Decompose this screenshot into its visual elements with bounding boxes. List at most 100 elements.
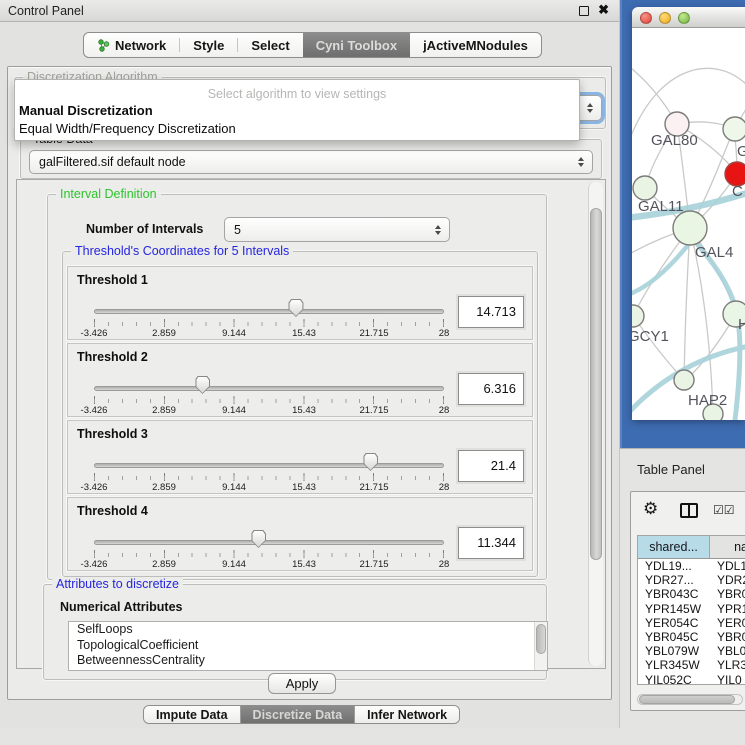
node-table[interactable]: shared... na YDL19... YDL1 YDR27... YDR2… <box>637 535 745 685</box>
cell[interactable]: YPR1 <box>711 602 745 616</box>
list-item[interactable]: BetweennessCentrality <box>69 653 547 669</box>
gear-icon[interactable]: ⚙ <box>643 500 658 517</box>
tab-discretize-data[interactable]: Discretize Data <box>240 706 355 723</box>
cell[interactable]: YER054C <box>638 616 711 630</box>
threshold-3-value-field[interactable]: 21.4 <box>458 450 524 482</box>
list-scrollbar[interactable] <box>534 622 547 670</box>
settings-scrollbar-thumb[interactable] <box>590 208 602 560</box>
cell[interactable]: YBL079W <box>638 644 711 658</box>
table-row[interactable]: YIL052C YIL0 <box>638 673 745 686</box>
table-row[interactable]: YPR145W YPR1 <box>638 602 745 616</box>
cell[interactable]: YPR145W <box>638 602 711 616</box>
table-horizontal-scrollbar-thumb[interactable] <box>639 695 735 704</box>
attributes-to-discretize-title: Attributes to discretize <box>52 577 183 591</box>
network-window-titlebar[interactable] <box>632 7 745 28</box>
threshold-3-label: Threshold 3 <box>77 427 148 441</box>
zoom-traffic-light-icon[interactable] <box>678 12 690 24</box>
tick-label: 2.859 <box>152 559 176 570</box>
tick-label: 28 <box>439 559 450 570</box>
tick-label: 9.144 <box>222 559 246 570</box>
column-header-shared-name[interactable]: shared... <box>638 536 710 559</box>
threshold-2-value-field[interactable]: 6.316 <box>458 373 524 405</box>
slider-track[interactable] <box>94 386 444 391</box>
threshold-4-slider[interactable]: -3.426 2.859 9.144 15.43 21.715 28 <box>94 526 444 570</box>
table-row[interactable]: YBR043C YBR0 <box>638 587 745 601</box>
cell[interactable]: YDL19... <box>638 559 711 573</box>
table-row[interactable]: YDR27... YDR2 <box>638 573 745 587</box>
node-label-gal11: GAL11 <box>638 198 684 215</box>
slider-thumb[interactable] <box>288 299 303 317</box>
cell[interactable]: YLR345W <box>638 658 711 672</box>
list-item[interactable]: TopologicalCoefficient <box>69 638 547 654</box>
number-of-intervals-select[interactable]: 5 <box>224 217 450 242</box>
threshold-3-slider[interactable]: -3.426 2.859 9.144 15.43 21.715 28 <box>94 449 444 493</box>
node-gal4[interactable] <box>673 211 707 245</box>
cell[interactable]: YBR043C <box>638 587 711 601</box>
table-header-row: shared... na <box>638 536 745 559</box>
table-row[interactable]: YLR345W YLR3 <box>638 658 745 672</box>
node-left[interactable] <box>633 176 657 200</box>
threshold-4-value-field[interactable]: 11.344 <box>458 527 524 559</box>
interval-definition-group: Interval Definition Number of Intervals … <box>47 194 547 580</box>
cell[interactable]: YDR27... <box>638 573 711 587</box>
cell[interactable]: YER0 <box>711 616 745 630</box>
network-canvas[interactable]: GAL80 GA C GAL11 GAL4 H GCY1 HAP2 <box>632 28 745 420</box>
cell[interactable]: YDR2 <box>711 573 745 587</box>
dropdown-option-equal-width-frequency[interactable]: Equal Width/Frequency Discretization <box>15 119 579 137</box>
table-horizontal-scrollbar[interactable] <box>637 694 743 705</box>
threshold-1-label: Threshold 1 <box>77 273 148 287</box>
threshold-1-value-field[interactable]: 14.713 <box>458 296 524 328</box>
float-window-icon[interactable] <box>579 6 589 16</box>
tab-network[interactable]: Network <box>84 33 179 57</box>
table-row[interactable]: YBL079W YBL0 <box>638 644 745 658</box>
slider-minor-ticks <box>94 553 444 557</box>
slider-track[interactable] <box>94 540 444 545</box>
cell[interactable]: YBR0 <box>711 630 745 644</box>
cell[interactable]: YLR3 <box>711 658 745 672</box>
select-columns-icon[interactable]: ☑☑ <box>713 503 735 517</box>
tab-impute-data[interactable]: Impute Data <box>144 706 240 723</box>
minimize-traffic-light-icon[interactable] <box>659 12 671 24</box>
slider-track[interactable] <box>94 463 444 468</box>
control-panel-titlebar: Control Panel ✖ <box>0 0 619 22</box>
node-hap2[interactable] <box>674 370 694 390</box>
slider-thumb[interactable] <box>195 376 210 394</box>
tab-select[interactable]: Select <box>238 33 302 57</box>
tab-infer-network[interactable]: Infer Network <box>354 706 459 723</box>
dropdown-option-manual-discretization[interactable]: Manual Discretization <box>15 101 579 119</box>
table-data-select[interactable]: galFiltered.sif default node <box>29 150 593 174</box>
cell[interactable]: YBL0 <box>711 644 745 658</box>
slider-thumb[interactable] <box>251 530 266 548</box>
table-row[interactable]: YDL19... YDL1 <box>638 559 745 573</box>
apply-button[interactable]: Apply <box>268 673 336 694</box>
cell[interactable]: YIL0 <box>711 673 745 686</box>
tick-label: 15.43 <box>292 482 316 493</box>
cell[interactable]: YDL1 <box>711 559 745 573</box>
tab-jactivemnodules[interactable]: jActiveMNodules <box>410 33 541 57</box>
threshold-2-slider[interactable]: -3.426 2.859 9.144 15.43 21.715 28 <box>94 372 444 416</box>
split-columns-icon[interactable] <box>680 503 698 518</box>
table-row[interactable]: YER054C YER0 <box>638 616 745 630</box>
list-item[interactable]: SelfLoops <box>69 622 547 638</box>
close-traffic-light-icon[interactable] <box>640 12 652 24</box>
network-graph[interactable]: GAL80 GA C GAL11 GAL4 H GCY1 HAP2 <box>632 28 745 420</box>
slider-track[interactable] <box>94 309 444 314</box>
cell[interactable]: YIL052C <box>638 673 711 686</box>
numerical-attributes-list[interactable]: SelfLoops TopologicalCoefficient Between… <box>68 621 548 671</box>
cell[interactable]: YBR045C <box>638 630 711 644</box>
slider-thumb[interactable] <box>363 453 378 471</box>
tab-style[interactable]: Style <box>180 33 237 57</box>
tick-label: 15.43 <box>292 328 316 339</box>
tab-cyni-toolbox[interactable]: Cyni Toolbox <box>303 33 410 57</box>
cell[interactable]: YBR0 <box>711 587 745 601</box>
column-header-name[interactable]: na <box>710 536 745 559</box>
list-scrollbar-thumb[interactable] <box>536 624 546 654</box>
node-gcy1[interactable] <box>632 305 644 327</box>
control-panel-window: Control Panel ✖ Network Style Select Cyn… <box>0 0 620 728</box>
node-right-top[interactable] <box>723 117 745 141</box>
tab-cyni-toolbox-label: Cyni Toolbox <box>316 38 397 53</box>
settings-scrollbar[interactable] <box>588 182 603 666</box>
threshold-1-slider[interactable]: -3.426 2.859 9.144 15.43 21.715 28 <box>94 295 444 339</box>
table-row[interactable]: YBR045C YBR0 <box>638 630 745 644</box>
close-icon[interactable]: ✖ <box>598 2 609 18</box>
